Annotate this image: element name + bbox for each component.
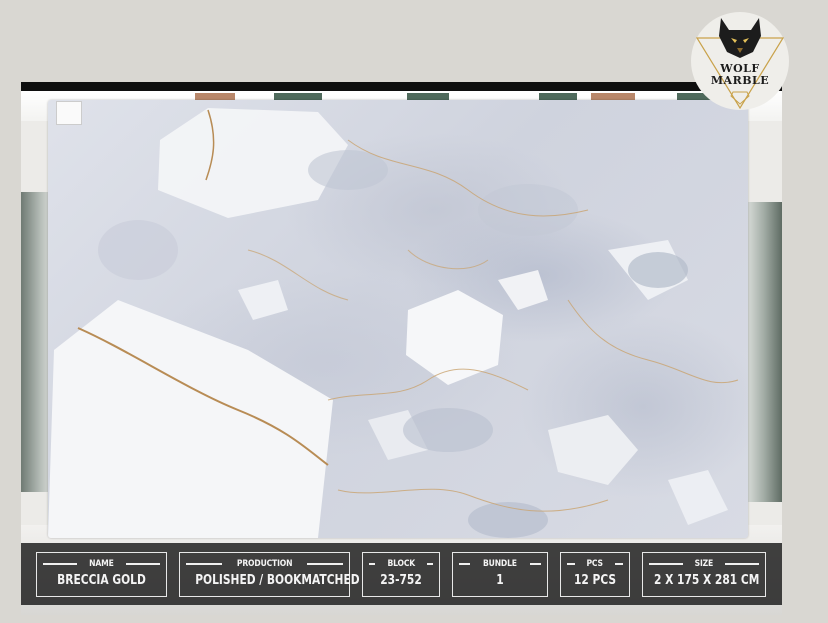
spec-label: SIZE (694, 559, 714, 569)
marble-texture (48, 108, 739, 538)
spec-bundle: BUNDLE 1 (452, 552, 548, 597)
spec-label: BLOCK (387, 559, 415, 569)
breccia-marble-slab (48, 100, 748, 538)
background-slab-right (742, 202, 782, 502)
spec-value: BRECCIA GOLD (57, 573, 146, 588)
spec-value: 23-752 (380, 573, 422, 588)
spec-value: 12 PCS (573, 573, 617, 588)
spec-label: PCS (586, 559, 604, 569)
wolf-marble-logo: WOLF MARBLE (691, 12, 789, 110)
spec-label: PRODUCTION (236, 559, 293, 569)
spec-label: BUNDLE (483, 559, 517, 569)
spec-value: 2 X 175 X 281 CM (653, 573, 760, 588)
wolf-icon (695, 18, 785, 110)
spec-name: NAME BRECCIA GOLD (36, 552, 167, 597)
photo-top-border (21, 82, 782, 91)
spec-label: NAME (89, 559, 114, 569)
spec-value: 1 (496, 573, 504, 588)
spec-value: POLISHED / BOOKMATCHED (195, 573, 360, 588)
spec-pcs: PCS 12 PCS (560, 552, 630, 597)
spec-block: BLOCK 23-752 (362, 552, 440, 597)
spec-size: SIZE 2 X 175 X 281 CM (642, 552, 766, 597)
spec-production: PRODUCTION POLISHED / BOOKMATCHED (179, 552, 360, 597)
slab-label-sticker (56, 101, 82, 125)
logo-text-marble: MARBLE (710, 74, 770, 87)
